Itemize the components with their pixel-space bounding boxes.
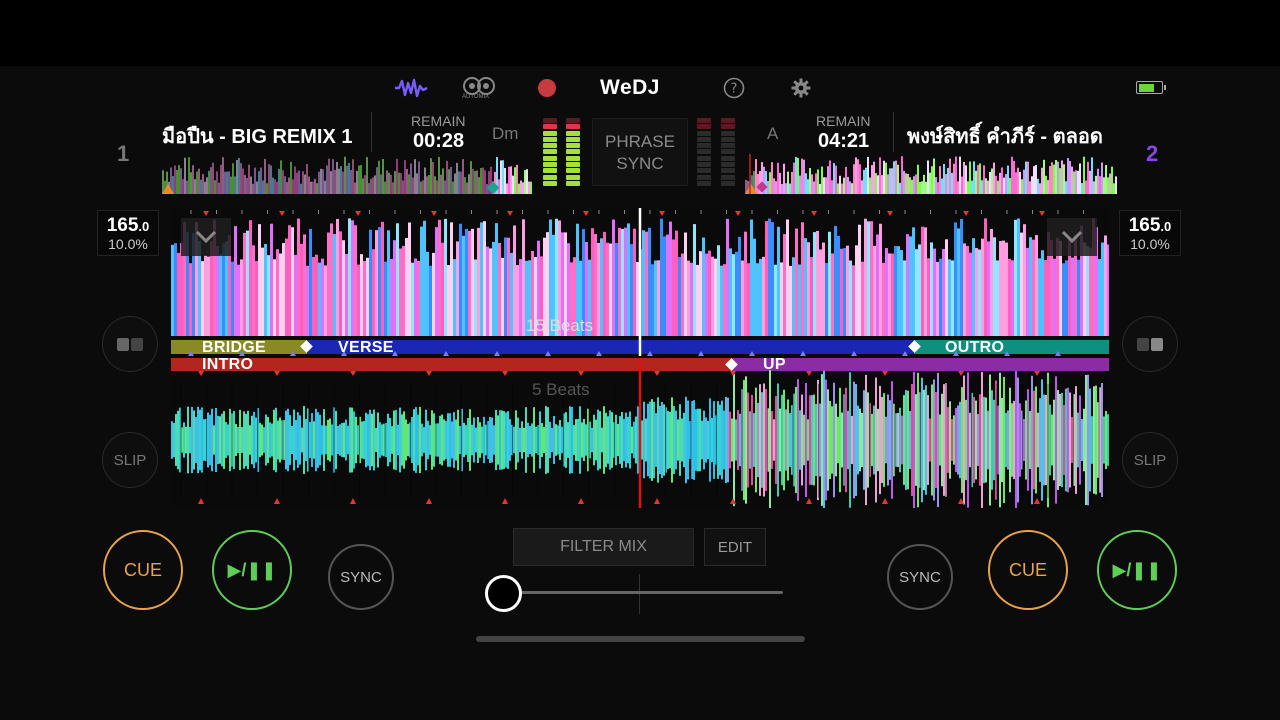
deck-1-beats-label: 15 Beats [526, 316, 594, 335]
phrase-label-up: UP [763, 356, 786, 373]
deck-1-remain-label: REMAIN [411, 113, 466, 129]
deck-1-slip-button[interactable]: SLIP [102, 432, 158, 488]
deck-1-level-meter [543, 118, 557, 186]
deck-1-play-pause-button[interactable]: ▶/❚❚ [212, 530, 292, 610]
deck-1-overview-waveform[interactable] [162, 154, 532, 194]
deck-2-cue-button[interactable]: CUE [988, 530, 1068, 610]
phrase-sync-button[interactable]: PHRASE SYNC [592, 118, 688, 186]
deck-2-collapse-chevron-icon[interactable] [1047, 218, 1097, 256]
help-icon[interactable]: ? [722, 74, 746, 102]
deck-2-key: A [767, 124, 779, 143]
waveform-display[interactable] [171, 208, 1109, 508]
settings-icon[interactable] [789, 74, 813, 102]
deck-2-loop-button[interactable] [1122, 316, 1178, 372]
phrase-label-outro: OUTRO [945, 339, 1005, 356]
divider [371, 112, 372, 152]
deck-1-loop-button[interactable] [102, 316, 158, 372]
deck-1-number: 1 [117, 141, 130, 166]
deck-2-beats-label: 5 Beats [532, 380, 590, 399]
deck-1-pitch: 10.0% [108, 236, 148, 252]
deck-2-number: 2 [1146, 141, 1159, 166]
automix-label: AUTOMIX [462, 94, 490, 100]
home-indicator [476, 636, 805, 642]
deck-2-pitch: 10.0% [1130, 236, 1170, 252]
waveform-icon[interactable] [393, 74, 429, 102]
phrase-label-bridge: BRIDGE [202, 339, 267, 356]
battery-icon [1136, 81, 1166, 94]
deck-1-level-meter [566, 118, 580, 186]
app-logo: WeDJ [600, 76, 660, 99]
deck-2-remain-time: 04:21 [818, 130, 870, 152]
deck-1-cue-button[interactable]: CUE [103, 530, 183, 610]
divider [893, 112, 894, 152]
deck-1-bpm-display[interactable]: 165.0 10.0% [97, 210, 159, 256]
deck-2-sync-button[interactable]: SYNC [887, 544, 953, 610]
deck-2-remain-label: REMAIN [816, 113, 871, 129]
deck-2-play-pause-button[interactable]: ▶/❚❚ [1097, 530, 1177, 610]
crossfader-track[interactable] [503, 591, 783, 594]
deck-2-level-meter [697, 118, 711, 186]
crossfader-center-mark [639, 574, 640, 614]
deck-2-overview-waveform[interactable] [745, 154, 1117, 194]
deck-1-track-title: มือปืน - BIG REMIX 1 [162, 126, 353, 148]
deck-1-key: Dm [492, 124, 519, 143]
deck-1-remain-time: 00:28 [413, 130, 465, 152]
record-icon[interactable] [535, 74, 559, 102]
deck-2-level-meter [721, 118, 735, 186]
crossfader-knob[interactable] [485, 575, 522, 612]
deck-2-bpm-display[interactable]: 165.0 10.0% [1119, 210, 1181, 256]
deck-1-collapse-chevron-icon[interactable] [181, 218, 231, 256]
deck-2-track-title: พงษ์สิทธิ์ คำภีร์ - ตลอด [907, 126, 1103, 148]
filter-mix-button[interactable]: FILTER MIX [513, 528, 694, 566]
deck-2-slip-button[interactable]: SLIP [1122, 432, 1178, 488]
deck-1-sync-button[interactable]: SYNC [328, 544, 394, 610]
svg-text:?: ? [731, 82, 738, 97]
phrase-label-verse: VERSE [338, 339, 394, 356]
phrase-label-intro: INTRO [202, 356, 254, 373]
edit-button[interactable]: EDIT [704, 528, 766, 566]
